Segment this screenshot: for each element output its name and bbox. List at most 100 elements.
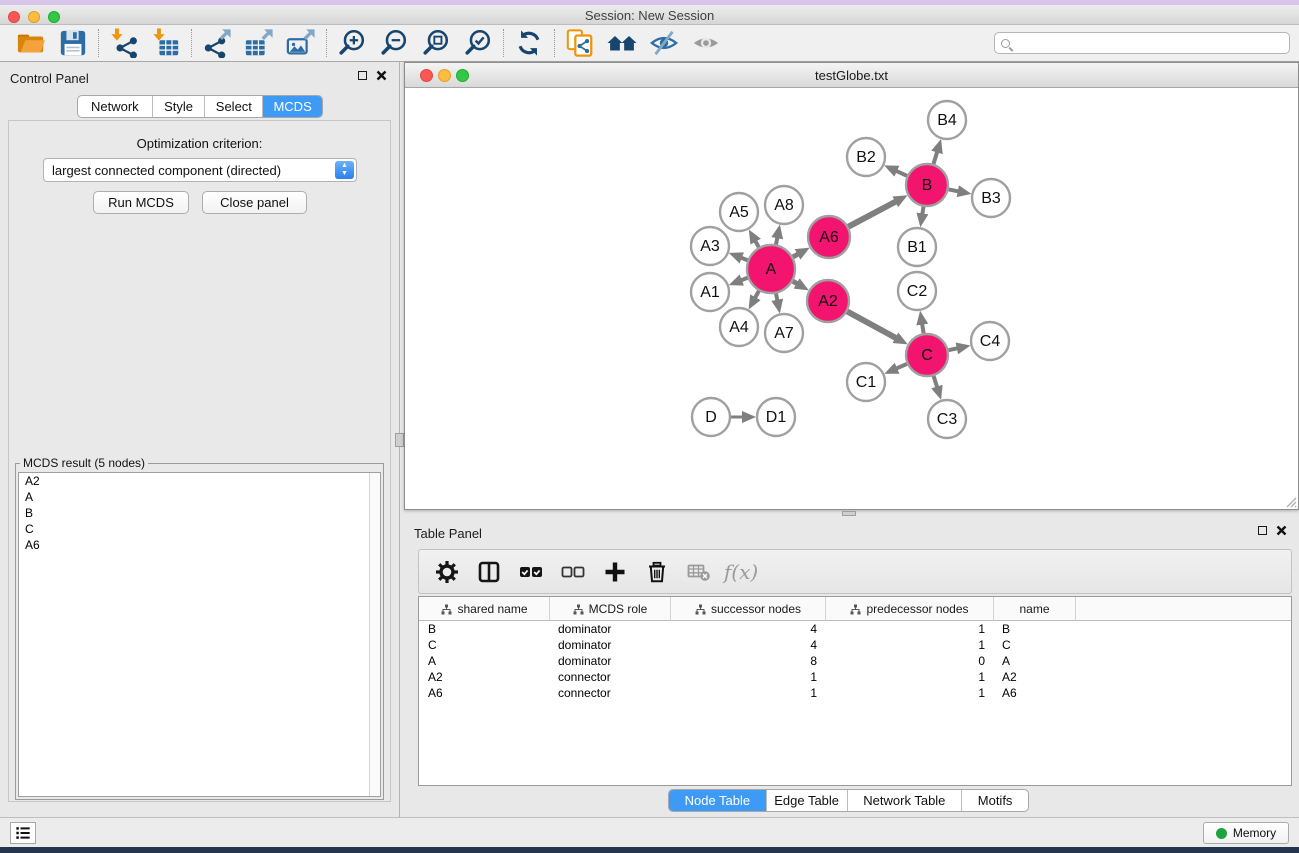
network-canvas[interactable]: B4B2BB3A8A5A6A3B1AA1C2A2A4A7C4CC1DD1C3 — [405, 88, 1298, 509]
edge-C-C4[interactable] — [949, 348, 958, 350]
table-cell[interactable]: A6 — [994, 685, 1076, 701]
edge-A-A8[interactable] — [776, 237, 777, 244]
table-options-icon[interactable] — [433, 558, 461, 586]
edge-B-B2[interactable] — [896, 171, 907, 176]
tab-select[interactable]: Select — [204, 96, 262, 117]
add-entry-icon[interactable] — [601, 558, 629, 586]
export-table-icon[interactable] — [238, 27, 280, 59]
import-network-from-file-icon[interactable] — [103, 27, 145, 59]
zoom-selected-region-icon[interactable] — [457, 27, 499, 59]
table-row-C[interactable]: Cdominator41C — [419, 637, 1291, 653]
function-builder-icon[interactable]: f(x) — [727, 558, 755, 586]
mcds-result-item[interactable]: B — [19, 505, 380, 521]
zoom-in-icon[interactable] — [331, 27, 373, 59]
table-cell[interactable]: 4 — [671, 637, 826, 653]
network-window-titlebar[interactable]: testGlobe.txt — [405, 63, 1298, 88]
criterion-select[interactable]: largest connected component (directed) ▲… — [43, 158, 357, 182]
export-network-icon[interactable] — [196, 27, 238, 59]
table-cell[interactable]: C — [994, 637, 1076, 653]
apply-preferred-layout-icon[interactable] — [601, 27, 643, 59]
zoom-out-icon[interactable] — [373, 27, 415, 59]
table-cell[interactable]: 1 — [826, 685, 994, 701]
column-header-predecessor-nodes[interactable]: predecessor nodes — [826, 597, 994, 621]
table-cell[interactable]: 1 — [826, 637, 994, 653]
table-row-A6[interactable]: A6connector11A6 — [419, 685, 1291, 701]
edge-A-A7[interactable] — [776, 294, 777, 301]
task-history-button[interactable] — [10, 822, 36, 844]
table-cell[interactable]: connector — [550, 685, 671, 701]
edge-B-B3[interactable] — [949, 189, 959, 191]
table-cell[interactable]: 4 — [671, 621, 826, 637]
edge-B-B4[interactable] — [934, 152, 938, 165]
table-cell[interactable]: A — [420, 653, 550, 669]
table-cell[interactable]: 1 — [826, 621, 994, 637]
edge-A2-C[interactable] — [847, 312, 896, 339]
close-panel-button[interactable]: Close panel — [202, 191, 307, 214]
delete-table-icon[interactable] — [685, 558, 713, 586]
save-session-icon[interactable] — [52, 27, 94, 59]
vertical-splitter-handle[interactable] — [395, 433, 404, 447]
deselect-all-rows-icon[interactable] — [559, 558, 587, 586]
table-cell[interactable]: A6 — [420, 685, 550, 701]
table-row-A2[interactable]: A2connector11A2 — [419, 669, 1291, 685]
open-session-icon[interactable] — [10, 27, 52, 59]
table-cell[interactable]: 1 — [671, 669, 826, 685]
edge-A-A3[interactable] — [741, 258, 748, 261]
run-mcds-button[interactable]: Run MCDS — [93, 191, 189, 214]
column-header-shared-name[interactable]: shared name — [420, 597, 550, 621]
edge-A-A4[interactable] — [755, 291, 759, 298]
float-panel-icon[interactable] — [358, 71, 367, 80]
result-list-scrollbar[interactable] — [369, 473, 380, 796]
zoom-fit-content-icon[interactable] — [415, 27, 457, 59]
toolbar-search[interactable] — [994, 32, 1290, 54]
table-row-B[interactable]: Bdominator41B — [419, 621, 1291, 637]
edge-C-C1[interactable] — [896, 364, 907, 369]
table-cell[interactable]: connector — [550, 669, 671, 685]
tab-mcds[interactable]: MCDS — [262, 96, 322, 117]
memory-button[interactable]: Memory — [1203, 822, 1289, 844]
delete-entry-icon[interactable] — [643, 558, 671, 586]
tab-edge-table[interactable]: Edge Table — [766, 790, 847, 811]
select-all-rows-icon[interactable] — [517, 558, 545, 586]
edge-C-C3[interactable] — [934, 376, 938, 388]
table-cell[interactable]: 8 — [671, 653, 826, 669]
table-cell[interactable]: dominator — [550, 653, 671, 669]
close-panel-icon[interactable] — [376, 70, 387, 81]
table-cell[interactable]: B — [994, 621, 1076, 637]
column-header-mcds-role[interactable]: MCDS role — [550, 597, 671, 621]
edge-C-C2[interactable] — [922, 324, 924, 334]
column-header-successor-nodes[interactable]: successor nodes — [671, 597, 826, 621]
export-image-icon[interactable] — [280, 27, 322, 59]
table-cell[interactable]: A2 — [994, 669, 1076, 685]
float-table-panel-icon[interactable] — [1258, 526, 1267, 535]
column-header-name[interactable]: name — [994, 597, 1076, 621]
table-cell[interactable]: 1 — [671, 685, 826, 701]
clone-network-icon[interactable] — [559, 27, 601, 59]
refresh-network-view-icon[interactable] — [508, 27, 550, 59]
show-network-overview-icon[interactable] — [685, 27, 727, 59]
table-cell[interactable]: dominator — [550, 621, 671, 637]
mcds-result-item[interactable]: A — [19, 489, 380, 505]
table-cell[interactable]: A2 — [420, 669, 550, 685]
table-cell[interactable]: B — [420, 621, 550, 637]
tab-network[interactable]: Network — [78, 96, 152, 117]
table-cell[interactable]: 0 — [826, 653, 994, 669]
edge-A-A1[interactable] — [741, 278, 748, 281]
tab-network-table[interactable]: Network Table — [847, 790, 962, 811]
import-table-from-file-icon[interactable] — [145, 27, 187, 59]
toggle-graphics-details-icon[interactable] — [643, 27, 685, 59]
edge-A-A2[interactable] — [793, 281, 798, 284]
edge-A-A5[interactable] — [755, 241, 759, 247]
mcds-result-item[interactable]: A2 — [19, 473, 380, 489]
table-cell[interactable]: 1 — [826, 669, 994, 685]
edge-B-B1[interactable] — [922, 207, 923, 215]
mcds-result-item[interactable]: C — [19, 521, 380, 537]
mcds-result-item[interactable]: A6 — [19, 537, 380, 553]
search-input[interactable] — [1015, 34, 1289, 52]
horizontal-splitter-handle[interactable] — [842, 511, 856, 516]
edge-A-A6[interactable] — [793, 254, 799, 257]
close-table-panel-icon[interactable] — [1276, 525, 1287, 536]
table-cell[interactable]: A — [994, 653, 1076, 669]
table-cell[interactable]: C — [420, 637, 550, 653]
table-row-A[interactable]: Adominator80A — [419, 653, 1291, 669]
